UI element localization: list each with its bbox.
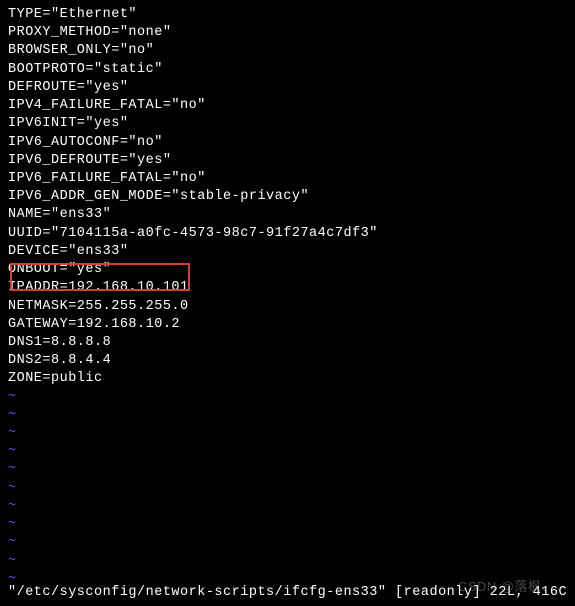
vi-status-line: "/etc/sysconfig/network-scripts/ifcfg-en… (8, 584, 567, 602)
config-line: BOOTPROTO="static" (8, 61, 567, 79)
vi-tilde-line: ~ (8, 425, 567, 443)
vi-tilde-line: ~ (8, 461, 567, 479)
config-line: IPV6_AUTOCONF="no" (8, 134, 567, 152)
config-line: IPV6INIT="yes" (8, 115, 567, 133)
vi-tilde-line: ~ (8, 534, 567, 552)
config-line: DEVICE="ens33" (8, 243, 567, 261)
vi-tildes: ~~~~~~~~~~~ (8, 389, 567, 589)
config-line-ipaddr: IPADDR=192.168.10.101 (8, 279, 567, 297)
config-line: DEFROUTE="yes" (8, 79, 567, 97)
config-line: DNS2=8.8.4.4 (8, 352, 567, 370)
vi-tilde-line: ~ (8, 480, 567, 498)
config-line: PROXY_METHOD="none" (8, 24, 567, 42)
config-line: ONBOOT="yes" (8, 261, 567, 279)
config-line: NETMASK=255.255.255.0 (8, 298, 567, 316)
vi-tilde-line: ~ (8, 443, 567, 461)
vi-tilde-line: ~ (8, 407, 567, 425)
config-line: NAME="ens33" (8, 206, 567, 224)
config-line: ZONE=public (8, 370, 567, 388)
vi-tilde-line: ~ (8, 516, 567, 534)
config-line: IPV6_FAILURE_FATAL="no" (8, 170, 567, 188)
config-line: TYPE="Ethernet" (8, 6, 567, 24)
vi-tilde-line: ~ (8, 498, 567, 516)
config-line: BROWSER_ONLY="no" (8, 42, 567, 60)
config-line: DNS1=8.8.8.8 (8, 334, 567, 352)
config-line: UUID="7104115a-a0fc-4573-98c7-91f27a4c7d… (8, 225, 567, 243)
vi-tilde-line: ~ (8, 389, 567, 407)
config-line: IPV4_FAILURE_FATAL="no" (8, 97, 567, 115)
config-line: IPV6_ADDR_GEN_MODE="stable-privacy" (8, 188, 567, 206)
terminal-output: TYPE="Ethernet" PROXY_METHOD="none" BROW… (8, 6, 567, 589)
vi-tilde-line: ~ (8, 553, 567, 571)
config-line: IPV6_DEFROUTE="yes" (8, 152, 567, 170)
config-line: GATEWAY=192.168.10.2 (8, 316, 567, 334)
